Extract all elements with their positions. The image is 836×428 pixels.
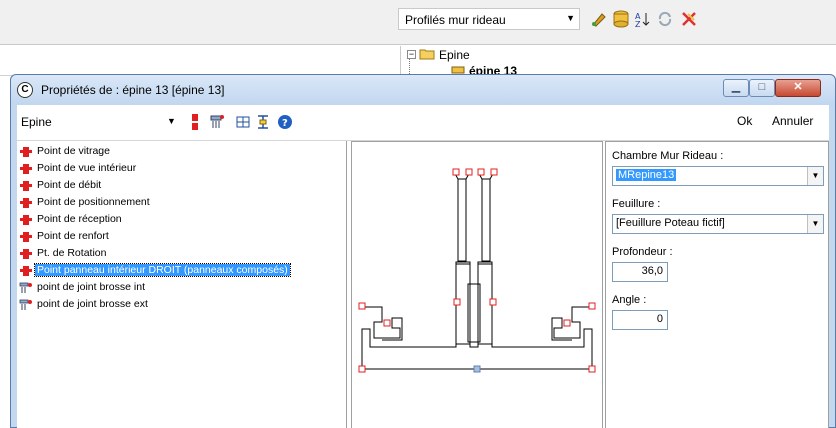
point-label: Pt. de Rotation: [37, 247, 107, 259]
app-icon: C: [17, 82, 33, 98]
dialog-body: Epine ▼ ? Ok Annuler Point de vitrage Po…: [17, 105, 829, 428]
help-icon[interactable]: ?: [277, 113, 293, 131]
refresh-icon[interactable]: [656, 10, 674, 28]
red-point-icon[interactable]: [187, 113, 203, 131]
point-label: point de joint brosse ext: [37, 298, 148, 310]
database-icon[interactable]: [612, 10, 630, 28]
red-point-icon: [20, 198, 32, 208]
profondeur-label: Profondeur :: [612, 246, 673, 258]
dialog-toolbar: Epine ▼ ? Ok Annuler: [17, 105, 829, 141]
profile-combo-value: Profilés mur rideau: [405, 13, 506, 27]
sort-icon[interactable]: A Z: [634, 10, 652, 28]
point-list[interactable]: Point de vitrage Point de vue intérieur Po…: [17, 141, 347, 428]
profile-tree: − Epine épine 13: [400, 46, 836, 78]
profondeur-value: 36,0: [641, 265, 663, 277]
main-toolbar: Profilés mur rideau ▼ A Z: [0, 0, 836, 45]
angle-value: 0: [656, 313, 663, 325]
svg-text:?: ?: [282, 118, 288, 129]
point-label: Point de débit: [37, 179, 102, 191]
point-label: Point de réception: [37, 213, 122, 225]
properties-panel: Chambre Mur Rideau : MRepine13 ▼ Feuillu…: [605, 141, 829, 428]
tree-item-root[interactable]: Epine: [439, 48, 470, 62]
profondeur-field[interactable]: 36,0: [612, 262, 668, 282]
angle-label: Angle :: [612, 294, 647, 306]
svg-text:Z: Z: [635, 20, 641, 28]
list-item[interactable]: Point de débit: [17, 178, 347, 194]
list-item[interactable]: Point panneau intérieur DROIT (panneaux …: [17, 263, 347, 279]
chambre-label: Chambre Mur Rideau :: [612, 150, 724, 162]
chambre-value: MRepine13: [616, 169, 677, 181]
pencil-icon[interactable]: [590, 10, 608, 28]
chevron-down-icon[interactable]: ▼: [807, 167, 823, 185]
point-label: Point de vue intérieur: [37, 162, 137, 174]
point-label: Point de vitrage: [37, 145, 110, 157]
feuillure-label: Feuillure :: [612, 198, 661, 210]
red-point-icon: [20, 181, 32, 191]
profile-drawing[interactable]: [351, 141, 603, 428]
brush-joint-icon: [19, 299, 32, 310]
feuillure-value: [Feuillure Poteau fictif]: [616, 217, 725, 229]
point-label: point de joint brosse int: [37, 281, 145, 293]
dimension-icon[interactable]: [255, 113, 271, 131]
chevron-down-icon[interactable]: ▼: [807, 215, 823, 233]
brush-joint-icon: [19, 282, 32, 293]
red-point-icon: [20, 164, 32, 174]
list-item[interactable]: Point de vitrage: [17, 144, 347, 160]
cancel-button[interactable]: Annuler: [772, 114, 813, 128]
red-point-icon: [20, 249, 32, 259]
point-label: Point panneau intérieur DROIT (panneaux …: [34, 263, 291, 277]
type-combo[interactable]: Epine ▼: [19, 111, 177, 133]
folder-icon: [419, 49, 435, 60]
delete-icon[interactable]: [680, 10, 698, 28]
red-point-icon: [20, 232, 32, 242]
profile-shape: [358, 168, 596, 373]
red-point-icon: [20, 147, 32, 157]
close-button[interactable]: ✕: [775, 79, 821, 97]
red-point-icon: [20, 266, 32, 276]
list-item[interactable]: Pt. de Rotation: [17, 246, 347, 262]
feuillure-select[interactable]: [Feuillure Poteau fictif] ▼: [612, 214, 824, 234]
profile-combo[interactable]: Profilés mur rideau ▼: [398, 8, 580, 30]
list-item[interactable]: Point de positionnement: [17, 195, 347, 211]
collapse-icon[interactable]: −: [407, 50, 416, 59]
list-item[interactable]: point de joint brosse int: [17, 280, 347, 296]
list-item[interactable]: Point de réception: [17, 212, 347, 228]
point-label: Point de positionnement: [37, 196, 150, 208]
type-combo-value: Epine: [21, 115, 52, 129]
angle-field[interactable]: 0: [612, 310, 668, 330]
chambre-select[interactable]: MRepine13 ▼: [612, 166, 824, 186]
dialog-title: Propriétés de : épine 13 [épine 13]: [41, 83, 225, 97]
grid-icon[interactable]: [235, 113, 251, 131]
properties-dialog: C Propriétés de : épine 13 [épine 13] ▁ …: [10, 74, 836, 428]
chevron-down-icon[interactable]: ▼: [167, 116, 176, 126]
brush-joint-icon[interactable]: [209, 113, 225, 131]
ok-button[interactable]: Ok: [737, 114, 752, 128]
list-item[interactable]: Point de renfort: [17, 229, 347, 245]
list-item[interactable]: Point de vue intérieur: [17, 161, 347, 177]
red-point-icon: [20, 215, 32, 225]
main-panel: [0, 46, 400, 76]
list-item[interactable]: point de joint brosse ext: [17, 297, 347, 313]
chevron-down-icon[interactable]: ▼: [566, 13, 575, 23]
minimize-button[interactable]: ▁: [723, 79, 749, 97]
dialog-titlebar[interactable]: C Propriétés de : épine 13 [épine 13] ▁ …: [11, 75, 835, 105]
maximize-button[interactable]: □: [749, 79, 775, 97]
point-label: Point de renfort: [37, 230, 109, 242]
